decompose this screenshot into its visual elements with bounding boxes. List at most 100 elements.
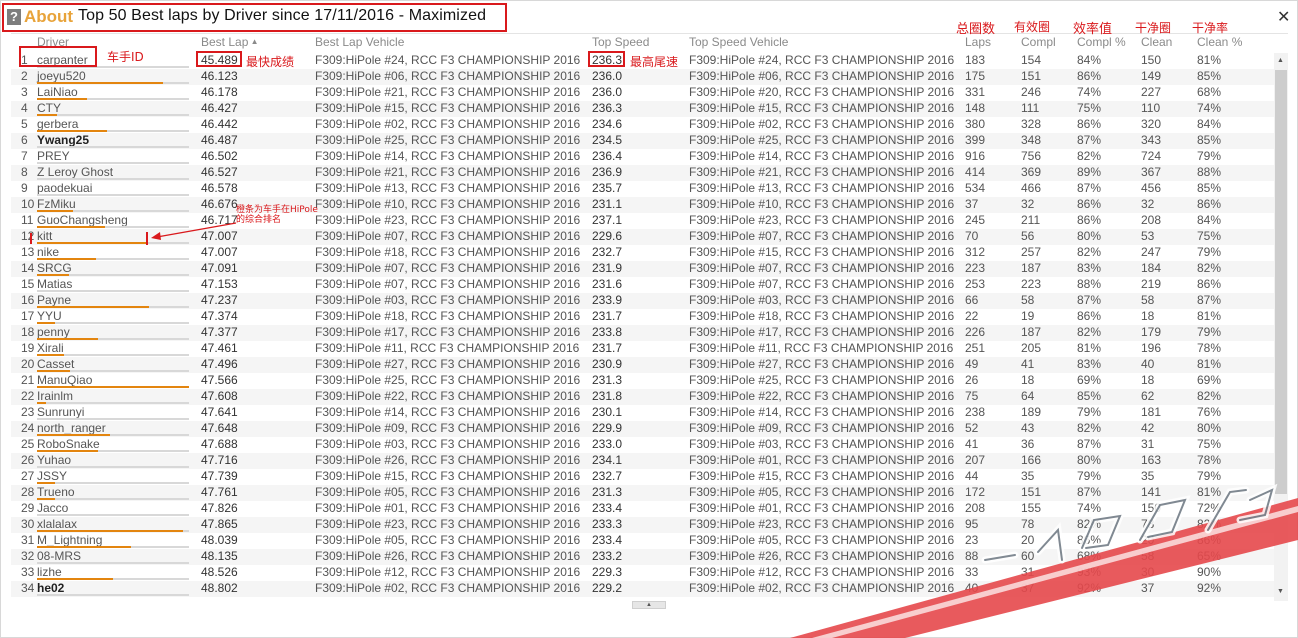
table-row[interactable]: 31 M_Lightning 48.039 F309:HiPole #05, RCC … (11, 533, 1274, 549)
compl-cell: 41 (1021, 357, 1035, 371)
table-row[interactable]: 26 Yuhao 47.716 F309:HiPole #26, RCC F3 CHA… (11, 453, 1274, 469)
top-speed-vehicle-cell: F309:HiPole #25, RCC F3 CHAMPIONSHIP 201… (689, 133, 955, 147)
best-lap-cell: 46.717 (201, 213, 238, 227)
table-row[interactable]: 24 north_ranger 47.648 F309:HiPole #09, RCC… (11, 421, 1274, 437)
scrollbar-thumb[interactable] (1275, 70, 1287, 494)
clean-cell: 31 (1141, 437, 1155, 451)
about-link[interactable]: About (24, 7, 73, 27)
best-lap-vehicle-cell: F309:HiPole #07, RCC F3 CHAMPIONSHIP 201… (315, 261, 581, 275)
table-row[interactable]: 15 Matias 47.153 F309:HiPole #07, RCC F3 CH… (11, 277, 1274, 293)
compl-cell: 211 (1021, 213, 1041, 227)
table-row[interactable]: 5 gerbera 46.442 F309:HiPole #02, RCC F3 CH… (11, 117, 1274, 133)
table-row[interactable]: 8 Z Leroy Ghost 46.527 F309:HiPole #21, RCC… (11, 165, 1274, 181)
top-speed-vehicle-cell: F309:HiPole #18, RCC F3 CHAMPIONSHIP 201… (689, 309, 955, 323)
table-row[interactable]: 33 lizhe 48.526 F309:HiPole #12, RCC F3 CHA… (11, 565, 1274, 581)
clean-pct-cell: 85% (1197, 69, 1222, 83)
rank-bar-fill (37, 386, 189, 388)
table-row[interactable]: 28 Trueno 47.761 F309:HiPole #05, RCC F3 CH… (11, 485, 1274, 501)
best-lap-cell: 46.578 (201, 181, 238, 195)
top-speed-cell: 236.4 (592, 149, 623, 163)
best-lap-cell: 48.135 (201, 549, 238, 563)
scroll-up-arrow-icon[interactable]: ▲ (1277, 57, 1284, 64)
driver-cell: JSSY (37, 469, 189, 485)
laps-cell: 23 (965, 533, 979, 547)
table-row[interactable]: 20 Casset 47.496 F309:HiPole #27, RCC F3 CH… (11, 357, 1274, 373)
driver-cell: RoboSnake (37, 437, 189, 453)
clean-cell: 35 (1141, 469, 1155, 483)
rank-cell: 5 (21, 117, 28, 131)
table-row[interactable]: 21 ManuQiao 47.566 F309:HiPole #25, RCC F3 … (11, 373, 1274, 389)
table-row[interactable]: 32 08-MRS 48.135 F309:HiPole #26, RCC F3 CH… (11, 549, 1274, 565)
top-speed-vehicle-cell: F309:HiPole #22, RCC F3 CHAMPIONSHIP 201… (689, 389, 955, 403)
table-row[interactable]: 17 YYU 47.374 F309:HiPole #18, RCC F3 CHAMP… (11, 309, 1274, 325)
col-header-clean-pct[interactable]: Clean % (1197, 35, 1242, 49)
table-row[interactable]: 13 nike 47.007 F309:HiPole #18, RCC F3 CHAM… (11, 245, 1274, 261)
col-header-compl[interactable]: Compl (1021, 35, 1056, 49)
table-row[interactable]: 14 SRCG 47.091 F309:HiPole #07, RCC F3 CHAM… (11, 261, 1274, 277)
clean-cell: 247 (1141, 245, 1162, 259)
top-speed-vehicle-cell: F309:HiPole #10, RCC F3 CHAMPIONSHIP 201… (689, 197, 955, 211)
col-header-laps[interactable]: Laps (965, 35, 991, 49)
driver-cell: xlalalax (37, 517, 189, 533)
annotation-best-lap: 最快成绩 (246, 55, 295, 69)
table-row[interactable]: 23 Sunrunyi 47.641 F309:HiPole #14, RCC F3 … (11, 405, 1274, 421)
close-icon[interactable]: ✕ (1277, 10, 1290, 26)
best-lap-vehicle-cell: F309:HiPole #27, RCC F3 CHAMPIONSHIP 201… (315, 357, 581, 371)
col-header-top-speed[interactable]: Top Speed (592, 35, 649, 49)
top-speed-vehicle-cell: F309:HiPole #11, RCC F3 CHAMPIONSHIP 201… (689, 341, 954, 355)
table-row[interactable]: 7 PREY 46.502 F309:HiPole #14, RCC F3 CHAMP… (11, 149, 1274, 165)
clean-pct-cell: 75% (1197, 229, 1222, 243)
rank-cell: 32 (21, 549, 35, 563)
table-row[interactable]: 25 RoboSnake 47.688 F309:HiPole #03, RCC F3… (11, 437, 1274, 453)
rank-cell: 2 (21, 69, 28, 83)
driver-cell: LaiNiao (37, 85, 189, 101)
table-row[interactable]: 2 joeyu520 46.123 F309:HiPole #06, RCC F3 C… (11, 69, 1274, 85)
question-mark-icon[interactable]: ? (7, 9, 21, 25)
clean-cell: 110 (1141, 101, 1161, 115)
footer-expand-handle[interactable]: ▲ (632, 601, 666, 609)
rank-bar-fill (37, 338, 98, 340)
table-row[interactable]: 27 JSSY 47.739 F309:HiPole #15, RCC F3 CHAM… (11, 469, 1274, 485)
col-header-best-lap[interactable]: Best Lap (201, 35, 259, 49)
table-row[interactable]: 29 Jacco 47.826 F309:HiPole #01, RCC F3 CHA… (11, 501, 1274, 517)
clean-pct-cell: 88% (1197, 165, 1222, 179)
rank-cell: 3 (21, 85, 28, 99)
rank-cell: 11 (21, 213, 34, 227)
col-header-top-speed-vehicle[interactable]: Top Speed Vehicle (689, 35, 788, 49)
table-row[interactable]: 11 GuoChangsheng 46.717 F309:HiPole #23, RC… (11, 213, 1274, 229)
best-lap-cell: 46.178 (201, 85, 238, 99)
clean-cell: 320 (1141, 117, 1162, 131)
clean-pct-cell: 92% (1197, 581, 1222, 595)
table-row[interactable]: 22 Irainlm 47.608 F309:HiPole #22, RCC F3 C… (11, 389, 1274, 405)
best-lap-vehicle-cell: F309:HiPole #18, RCC F3 CHAMPIONSHIP 201… (315, 309, 581, 323)
table-row[interactable]: 10 FzMiku 46.676 F309:HiPole #10, RCC F3 CH… (11, 197, 1274, 213)
laps-cell: 88 (965, 549, 979, 563)
compl-pct-cell: 84% (1077, 53, 1102, 67)
compl-cell: 257 (1021, 245, 1042, 259)
table-row[interactable]: 30 xlalalax 47.865 F309:HiPole #23, RCC F3 … (11, 517, 1274, 533)
top-speed-cell: 231.6 (592, 277, 623, 291)
col-header-compl-pct[interactable]: Compl % (1077, 35, 1126, 49)
table-row[interactable]: 12 kitt 47.007 F309:HiPole #07, RCC F3 CHAM… (11, 229, 1274, 245)
table-row[interactable]: 19 Xirali 47.461 F309:HiPole #11, RCC F3 CH… (11, 341, 1274, 357)
rank-cell: 29 (21, 501, 35, 515)
table-row[interactable]: 6 Ywang25 46.487 F309:HiPole #25, RCC F3 CH… (11, 133, 1274, 149)
col-header-best-lap-vehicle[interactable]: Best Lap Vehicle (315, 35, 404, 49)
best-lap-cell: 47.826 (201, 501, 238, 515)
top-speed-cell: 233.4 (592, 501, 623, 515)
laps-cell: 380 (965, 117, 986, 131)
table-row[interactable]: 34 he02 48.802 F309:HiPole #02, RCC F3 CHAM… (11, 581, 1274, 597)
col-header-clean[interactable]: Clean (1141, 35, 1172, 49)
clean-cell: 20 (1141, 533, 1155, 547)
table-row[interactable]: 9 paodekuai 46.578 F309:HiPole #13, RCC F3 … (11, 181, 1274, 197)
table-row[interactable]: 3 LaiNiao 46.178 F309:HiPole #21, RCC F3 CH… (11, 85, 1274, 101)
scroll-down-arrow-icon[interactable]: ▼ (1277, 588, 1284, 595)
top-speed-cell: 234.6 (592, 117, 623, 131)
rank-bar-track (37, 114, 189, 116)
table-row[interactable]: 16 Payne 47.237 F309:HiPole #03, RCC F3 CHA… (11, 293, 1274, 309)
table-row[interactable]: 4 CTY 46.427 F309:HiPole #15, RCC F3 CHAMPI… (11, 101, 1274, 117)
table-row[interactable]: 18 penny 47.377 F309:HiPole #17, RCC F3 CHA… (11, 325, 1274, 341)
laps-cell: 534 (965, 181, 986, 195)
best-lap-cell: 47.496 (201, 357, 238, 371)
rank-cell: 22 (21, 389, 35, 403)
